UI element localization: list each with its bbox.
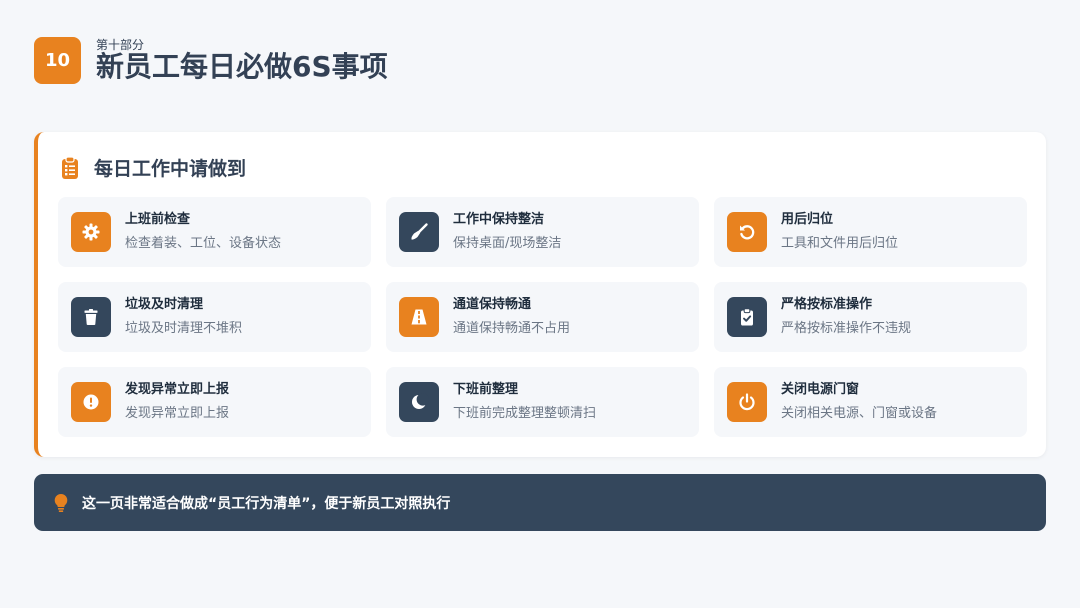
task-title: 关闭电源门窗 bbox=[781, 382, 860, 397]
trash-icon bbox=[71, 297, 111, 337]
exclamation-circle-icon bbox=[71, 382, 111, 422]
task-item: 通道保持畅通 通道保持畅通不占用 bbox=[386, 282, 699, 352]
task-item: 下班前整理 下班前完成整理整顿清扫 bbox=[386, 367, 699, 437]
lightbulb-icon bbox=[54, 493, 68, 512]
task-desc: 通道保持畅通不占用 bbox=[453, 321, 571, 336]
road-icon bbox=[399, 297, 439, 337]
undo-icon bbox=[727, 212, 767, 252]
task-title: 垃圾及时清理 bbox=[125, 297, 204, 312]
power-icon bbox=[727, 382, 767, 422]
task-grid: 上班前检查 检查着装、工位、设备状态 工作中保持整洁 保持桌面/现场整洁 用后归… bbox=[58, 197, 1027, 437]
card-title: 每日工作中请做到 bbox=[94, 158, 247, 180]
task-item: 关闭电源门窗 关闭相关电源、门窗或设备 bbox=[714, 367, 1027, 437]
card-header: 每日工作中请做到 bbox=[62, 154, 246, 181]
task-desc: 保持桌面/现场整洁 bbox=[453, 236, 562, 251]
daily-tasks-card: 每日工作中请做到 上班前检查 检查着装、工位、设备状态 工作中保持整洁 保持桌面… bbox=[34, 132, 1046, 457]
moon-icon bbox=[399, 382, 439, 422]
task-title: 上班前检查 bbox=[125, 212, 191, 227]
task-item: 用后归位 工具和文件用后归位 bbox=[714, 197, 1027, 267]
tip-banner: 这一页非常适合做成“员工行为清单”，便于新员工对照执行 bbox=[34, 474, 1046, 531]
task-desc: 工具和文件用后归位 bbox=[781, 236, 899, 251]
task-desc: 检查着装、工位、设备状态 bbox=[125, 236, 282, 251]
task-title: 发现异常立即上报 bbox=[125, 382, 230, 397]
broom-icon bbox=[399, 212, 439, 252]
task-desc: 严格按标准操作不违规 bbox=[781, 321, 912, 336]
task-desc: 发现异常立即上报 bbox=[125, 406, 230, 421]
task-desc: 垃圾及时清理不堆积 bbox=[125, 321, 243, 336]
task-title: 严格按标准操作 bbox=[781, 297, 873, 312]
slide-header: 10 第十部分 新员工每日必做6S事项 bbox=[34, 37, 388, 84]
task-item: 严格按标准操作 严格按标准操作不违规 bbox=[714, 282, 1027, 352]
task-title: 通道保持畅通 bbox=[453, 297, 532, 312]
task-item: 发现异常立即上报 发现异常立即上报 bbox=[58, 367, 371, 437]
task-item: 垃圾及时清理 垃圾及时清理不堆积 bbox=[58, 282, 371, 352]
clipboard-check-icon bbox=[727, 297, 767, 337]
tip-text: 这一页非常适合做成“员工行为清单”，便于新员工对照执行 bbox=[82, 495, 451, 512]
clipboard-list-icon bbox=[62, 156, 78, 179]
page-title: 新员工每日必做6S事项 bbox=[96, 49, 388, 83]
task-title: 下班前整理 bbox=[453, 382, 519, 397]
task-desc: 关闭相关电源、门窗或设备 bbox=[781, 406, 938, 421]
slide: 10 第十部分 新员工每日必做6S事项 每日工作中请做到 上班前检查 检查着装、… bbox=[0, 0, 1080, 608]
task-title: 用后归位 bbox=[781, 212, 834, 227]
task-title: 工作中保持整洁 bbox=[453, 212, 545, 227]
section-number-badge: 10 bbox=[34, 37, 81, 84]
title-group: 第十部分 新员工每日必做6S事项 bbox=[96, 38, 388, 83]
gear-icon bbox=[71, 212, 111, 252]
task-item: 上班前检查 检查着装、工位、设备状态 bbox=[58, 197, 371, 267]
task-desc: 下班前完成整理整顿清扫 bbox=[453, 406, 597, 421]
task-item: 工作中保持整洁 保持桌面/现场整洁 bbox=[386, 197, 699, 267]
